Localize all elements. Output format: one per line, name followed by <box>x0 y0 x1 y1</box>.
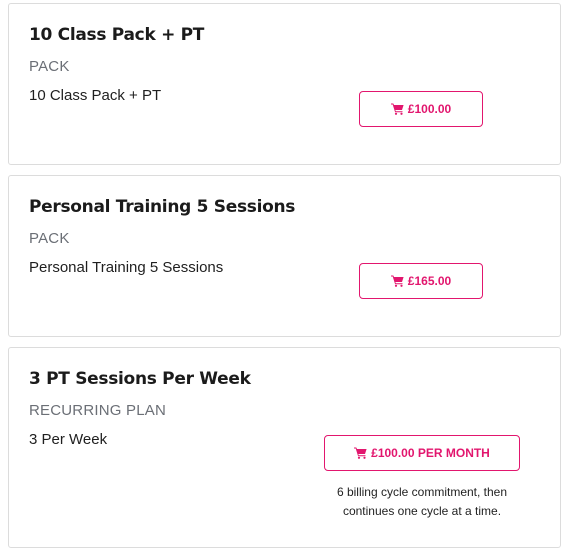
product-description: Personal Training 5 Sessions <box>29 259 224 276</box>
product-card: 10 Class Pack + PT PACK 10 Class Pack + … <box>8 3 561 165</box>
product-card: 3 PT Sessions Per Week RECURRING PLAN 3 … <box>8 347 561 548</box>
commitment-note: 6 billing cycle commitment, then continu… <box>336 485 508 518</box>
shopping-cart-icon <box>354 447 367 459</box>
product-title: 3 PT Sessions Per Week <box>29 369 251 389</box>
product-title: 10 Class Pack + PT <box>29 25 205 45</box>
buy-button-label: £165.00 <box>407 274 452 288</box>
shopping-cart-icon <box>390 103 404 115</box>
buy-button[interactable]: £165.00 <box>359 263 483 299</box>
product-card: Personal Training 5 Sessions PACK Person… <box>8 175 561 337</box>
shopping-cart-icon <box>390 275 404 287</box>
product-type: PACK <box>29 58 70 75</box>
product-description: 10 Class Pack + PT <box>29 87 162 104</box>
buy-button-label: £100.00 PER MONTH <box>371 446 490 460</box>
product-type: PACK <box>29 230 70 247</box>
product-type: RECURRING PLAN <box>29 402 166 419</box>
buy-button-label: £100.00 <box>407 102 452 116</box>
buy-button[interactable]: £100.00 <box>359 91 483 127</box>
product-description: 3 Per Week <box>29 431 108 448</box>
product-title: Personal Training 5 Sessions <box>29 197 296 217</box>
buy-button[interactable]: £100.00 PER MONTH <box>324 435 520 471</box>
